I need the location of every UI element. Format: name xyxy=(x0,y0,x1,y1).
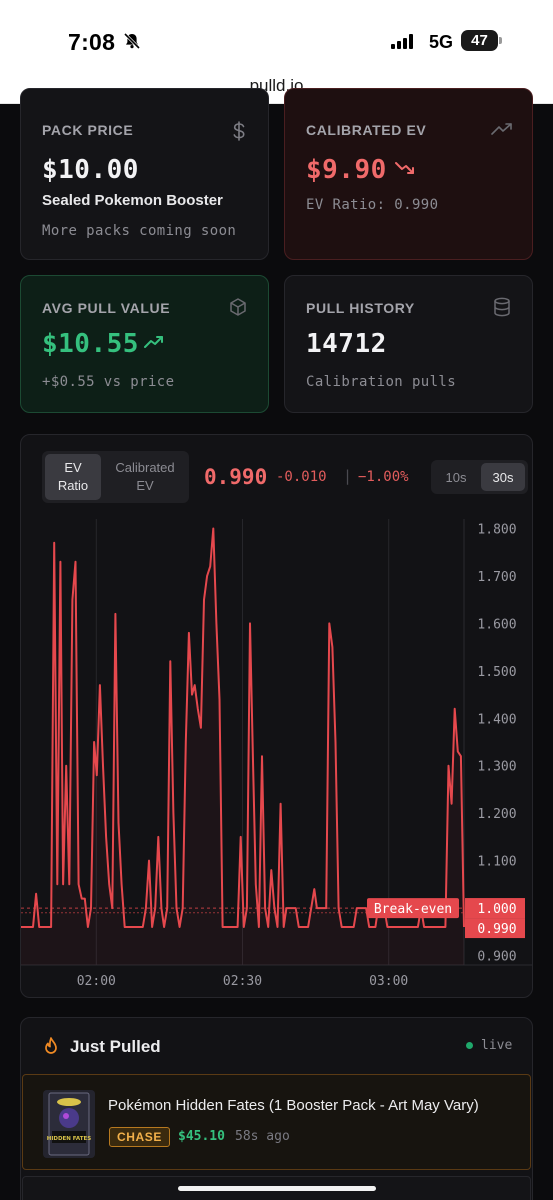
card-label: AVG PULL VALUE xyxy=(42,300,171,316)
pull-history-note: Calibration pulls xyxy=(306,374,457,390)
just-pulled-title: Just Pulled xyxy=(70,1037,161,1056)
trend-up-icon xyxy=(491,122,513,141)
pack-price-value: $10.00 xyxy=(42,155,139,185)
y-tick-label: 1.800 xyxy=(477,522,516,537)
ratio-change: -0.010 xyxy=(276,469,327,485)
avg-pull-card: AVG PULL VALUE $10.55 +$0.55 vs price xyxy=(20,275,269,413)
bell-slash-icon xyxy=(123,32,141,55)
pull-history-card: PULL HISTORY 14712 Calibration pulls xyxy=(284,275,533,413)
y-tick-label: 1.600 xyxy=(477,617,516,632)
pull-item[interactable]: HIDDEN FATES Pokémon Hidden Fates (1 Boo… xyxy=(22,1074,531,1170)
break-even-label: Break-even xyxy=(374,902,452,917)
ev-ratio-text: EV Ratio: 0.990 xyxy=(306,197,439,213)
ev-ratio-chart[interactable]: 1.800 1.700 1.600 1.500 1.400 1.300 1.200 1.100… xyxy=(21,519,532,997)
pulled-item-time: 58s ago xyxy=(235,1129,290,1144)
pack-art-text: HIDDEN FATES xyxy=(47,1136,92,1142)
avg-pull-delta: +$0.55 vs price xyxy=(42,374,175,390)
ev-chart-panel: EV Ratio Calibrated EV 0.990 -0.010 | −1… xyxy=(20,434,533,998)
booster-pack-image: HIDDEN FATES xyxy=(43,1090,95,1158)
y-tick-label: 1.400 xyxy=(477,712,516,727)
packs-note: More packs coming soon xyxy=(42,223,237,239)
trend-up-icon xyxy=(144,335,164,354)
y-tick-label: 0.900 xyxy=(477,950,516,965)
avg-pull-value: $10.55 xyxy=(42,329,139,359)
calibrated-ev-value: $9.90 xyxy=(306,155,387,185)
chase-badge: CHASE xyxy=(109,1127,171,1147)
network-type: 5G xyxy=(429,32,454,52)
ev-ratio-tab[interactable]: EV Ratio xyxy=(45,454,101,500)
dollar-icon xyxy=(230,120,248,147)
product-name: Sealed Pokemon Booster xyxy=(42,192,223,209)
status-bar: 7:08 5G 47 xyxy=(0,0,553,68)
pull-history-value: 14712 xyxy=(306,329,387,359)
y-tick-label: 1.500 xyxy=(477,665,516,680)
current-ratio: 0.990 xyxy=(204,465,268,489)
ratio-separator: | xyxy=(343,467,353,485)
just-pulled-panel: Just Pulled live HIDDEN FATES Pokémon Hi… xyxy=(20,1017,533,1200)
y-tick-label: 1.100 xyxy=(477,855,516,870)
database-icon xyxy=(493,297,511,322)
y-tick-label: 1.300 xyxy=(477,760,516,775)
box-icon xyxy=(228,297,248,322)
calibrated-ev-card: CALIBRATED EV $9.90 EV Ratio: 0.990 xyxy=(284,88,533,260)
live-indicator-dot xyxy=(466,1042,473,1049)
y-tick-label: 1.200 xyxy=(477,807,516,822)
x-tick-label: 02:30 xyxy=(223,974,262,989)
x-tick-label: 02:00 xyxy=(77,974,116,989)
card-label: PACK PRICE xyxy=(42,122,134,138)
pulled-item-price: $45.10 xyxy=(178,1129,225,1144)
clock: 7:08 xyxy=(68,29,116,55)
pulled-item-name: Pokémon Hidden Fates (1 Booster Pack - A… xyxy=(108,1097,479,1114)
break-even-axis-value: 1.000 xyxy=(477,902,516,917)
home-indicator xyxy=(178,1186,376,1191)
chart-mode-toggle: EV Ratio Calibrated EV xyxy=(42,451,189,503)
trend-down-icon xyxy=(395,161,415,180)
pack-price-card: PACK PRICE $10.00 Sealed Pokemon Booster… xyxy=(20,88,269,260)
x-tick-label: 03:00 xyxy=(369,974,408,989)
calibrated-ev-tab[interactable]: Calibrated EV xyxy=(104,454,186,500)
timeframe-30s[interactable]: 30s xyxy=(481,463,525,491)
timeframe-toggle: 10s 30s xyxy=(431,460,528,494)
y-tick-label: 1.700 xyxy=(477,570,516,585)
battery-tip xyxy=(499,37,502,44)
signal-icon xyxy=(391,34,413,49)
current-axis-value: 0.990 xyxy=(477,922,516,937)
live-label: live xyxy=(481,1038,513,1053)
timeframe-10s[interactable]: 10s xyxy=(434,463,478,491)
card-label: PULL HISTORY xyxy=(306,300,415,316)
card-label: CALIBRATED EV xyxy=(306,122,427,138)
ratio-change-pct: −1.00% xyxy=(358,469,409,485)
flame-icon xyxy=(42,1037,60,1062)
battery-icon: 47 xyxy=(461,30,498,51)
